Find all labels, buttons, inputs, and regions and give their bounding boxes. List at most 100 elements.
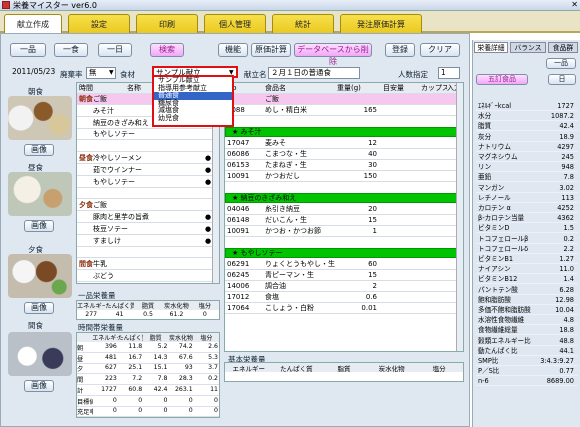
meal-category: 間食 <box>79 260 93 269</box>
food-row[interactable]: 06086 こまつな・生 40 <box>225 149 457 160</box>
jikan-row: 朝 396 11.8 5.2 74.2 2.6 <box>77 343 219 353</box>
menu-row[interactable]: 茹でウインナー ● <box>77 165 213 176</box>
food-row[interactable]: 17047 麦みそ 12 <box>225 138 457 149</box>
nutrient-name: ビタミンB1 <box>478 255 514 263</box>
sidebar-tab-balance[interactable]: バランス <box>510 42 546 53</box>
jikan-cell: 間 <box>77 377 84 385</box>
food-weight: 1 <box>372 227 377 235</box>
nutrient-row: パントテン酸 6.28 <box>476 286 578 295</box>
search-button[interactable]: 検索 <box>150 43 184 57</box>
food-row[interactable]: 06245 青ピーマン・生 15 <box>225 270 457 281</box>
section-bar[interactable]: ★ 納豆のきざみ和え <box>225 193 457 203</box>
section-title: みそ汁 <box>240 128 262 136</box>
food-no: 10091 <box>227 227 250 235</box>
food-weight: 0.01 <box>361 304 377 312</box>
nutrient-value: 1087.2 <box>550 112 574 121</box>
food-row[interactable]: 06148 だいこん・生 15 <box>225 215 457 226</box>
ichishoku-button[interactable]: 一食 <box>54 43 88 57</box>
nutrient-name: 食物繊維総量 <box>478 326 518 335</box>
menu-row[interactable]: すましけ ● <box>77 236 213 247</box>
window-title: 栄養マイスター ver6.0 <box>13 0 97 10</box>
sidebar-tab-food-group[interactable]: 食品群 <box>548 42 578 53</box>
food-weight: 2 <box>372 282 377 290</box>
scrollbar[interactable] <box>456 83 463 351</box>
five-food-button[interactable]: 五訂食品 <box>476 74 528 85</box>
nutrient-name: カロテン α <box>478 204 511 212</box>
snack-photo <box>8 332 72 376</box>
food-row[interactable]: 10091 かつお・かつお節 1 <box>225 226 457 237</box>
food-row[interactable]: 06153 たまねぎ・生 30 <box>225 160 457 171</box>
lunch-view-button[interactable]: 画像 <box>24 220 54 232</box>
chevron-down-icon[interactable]: ▼ <box>109 69 114 76</box>
breakfast-view-button[interactable]: 画像 <box>24 144 54 156</box>
nutrient-name: ナトリウム <box>478 142 511 151</box>
menu-row[interactable] <box>77 247 213 259</box>
nutrient-name: トコフェロールδ <box>478 244 529 253</box>
menu-row[interactable]: 豚肉と里芋の旨煮 ● <box>77 212 213 223</box>
nutrient-name: 動たんぱく比 <box>478 346 518 355</box>
header-cell: たんぱく質 <box>105 303 134 310</box>
nutrient-value: 3.02 <box>559 183 574 192</box>
genka-button[interactable]: 原価計算 <box>251 43 291 57</box>
sidebar-ippin-button[interactable]: 一品 <box>546 58 576 69</box>
sidebar-day-button[interactable]: 日 <box>548 74 576 85</box>
clear-button[interactable]: クリア <box>420 43 460 57</box>
nutrient-name: 穀類エネルギー比 <box>478 336 531 345</box>
food-row[interactable]: 17012 食塩 0.6 <box>225 292 457 303</box>
header-cell: 食品名 <box>265 84 286 92</box>
value-cell: 0.5 <box>143 311 153 318</box>
food-weight: 165 <box>363 106 377 114</box>
menu-row[interactable] <box>77 141 213 153</box>
jikan-cell: 目標値 <box>77 398 93 406</box>
delete-db-button[interactable]: データベースから削除 <box>294 43 372 66</box>
nutrient-name: 亜鉛 <box>478 173 492 182</box>
food-weight: 150 <box>363 172 377 180</box>
dinner-view-button[interactable]: 画像 <box>24 302 54 314</box>
food-name: こしょう・白粉 <box>265 304 314 312</box>
food-weight: 0.6 <box>365 293 377 301</box>
snack-label: 間食 <box>28 321 43 330</box>
register-button[interactable]: 登録 <box>385 43 415 57</box>
breakfast-photo <box>8 96 72 140</box>
menu-row[interactable]: 昼食 冷やしソーメン ● <box>77 153 213 164</box>
dropdown-item[interactable]: 幼児食 <box>154 114 232 123</box>
food-row[interactable]: 17064 こしょう・白粉 0.01 <box>225 303 457 314</box>
ichinichi-button[interactable]: 一日 <box>98 43 132 57</box>
date-field[interactable]: 2011/05/23 <box>10 67 56 79</box>
nutrient-name: 水溶性食物繊維 <box>478 316 525 325</box>
menu-row[interactable]: 夕食 ご飯 <box>77 200 213 212</box>
jikan-row: 間 223 7.2 7.8 28.3 0.2 <box>77 375 219 386</box>
food-row[interactable]: 06291 りょくとうもやし・生 60 <box>225 259 457 270</box>
jikan-cell: 5.2 <box>157 343 168 350</box>
header-cell: 目安量 <box>383 84 404 92</box>
sidebar-tab-detail[interactable]: 栄養詳細 <box>474 42 508 53</box>
section-bar[interactable]: ★ もやしソテー <box>225 248 457 258</box>
food-row[interactable]: 10091 かつおだし 150 <box>225 171 457 182</box>
menu-row[interactable]: もやしソテー ● <box>77 177 213 188</box>
close-icon[interactable]: ✕ <box>571 0 578 9</box>
section-bar[interactable]: ★ みそ汁 <box>225 127 457 137</box>
ippin-button[interactable]: 一品 <box>10 43 46 57</box>
kinou-button[interactable]: 機能 <box>218 43 248 57</box>
kondate-type-dropdown[interactable]: サンプル献立 指導用参考献立 普通食 糖尿食 減塩食 幼児食 <box>152 75 234 127</box>
nutrient-value: 10.04 <box>555 306 574 314</box>
menu-row[interactable]: もやしソテー <box>77 129 213 141</box>
kondate-name-input[interactable]: ２月１日の普通食 <box>268 67 360 79</box>
tab-kondate[interactable]: 献立作成 <box>4 14 62 34</box>
menu-row[interactable]: ぶどう <box>77 271 213 282</box>
jikan-cell: 42.4 <box>153 385 168 393</box>
food-row[interactable]: 1088 めし・精白米 165 <box>225 105 457 116</box>
food-name: たまねぎ・生 <box>265 161 307 169</box>
jikan-row: 夕 627 25.1 15.1 93 3.7 <box>77 364 219 375</box>
jikan-header: エネルギーたんぱく質脂質炭水化物塩分 <box>77 333 219 342</box>
food-no: 06153 <box>227 161 250 169</box>
food-row[interactable]: 04046 糸引き納豆 20 <box>225 204 457 215</box>
snack-view-button[interactable]: 画像 <box>24 380 54 392</box>
menu-row[interactable]: 枝豆ソテー ● <box>77 224 213 235</box>
menu-row[interactable] <box>77 188 213 200</box>
section-row[interactable]: ご飯 <box>225 94 457 105</box>
food-row[interactable]: 14006 調合油 2 <box>225 281 457 292</box>
food-no: 17047 <box>227 139 250 147</box>
menu-row[interactable]: 間食 牛乳 <box>77 259 213 271</box>
ninzu-select[interactable]: 1 <box>438 67 460 79</box>
